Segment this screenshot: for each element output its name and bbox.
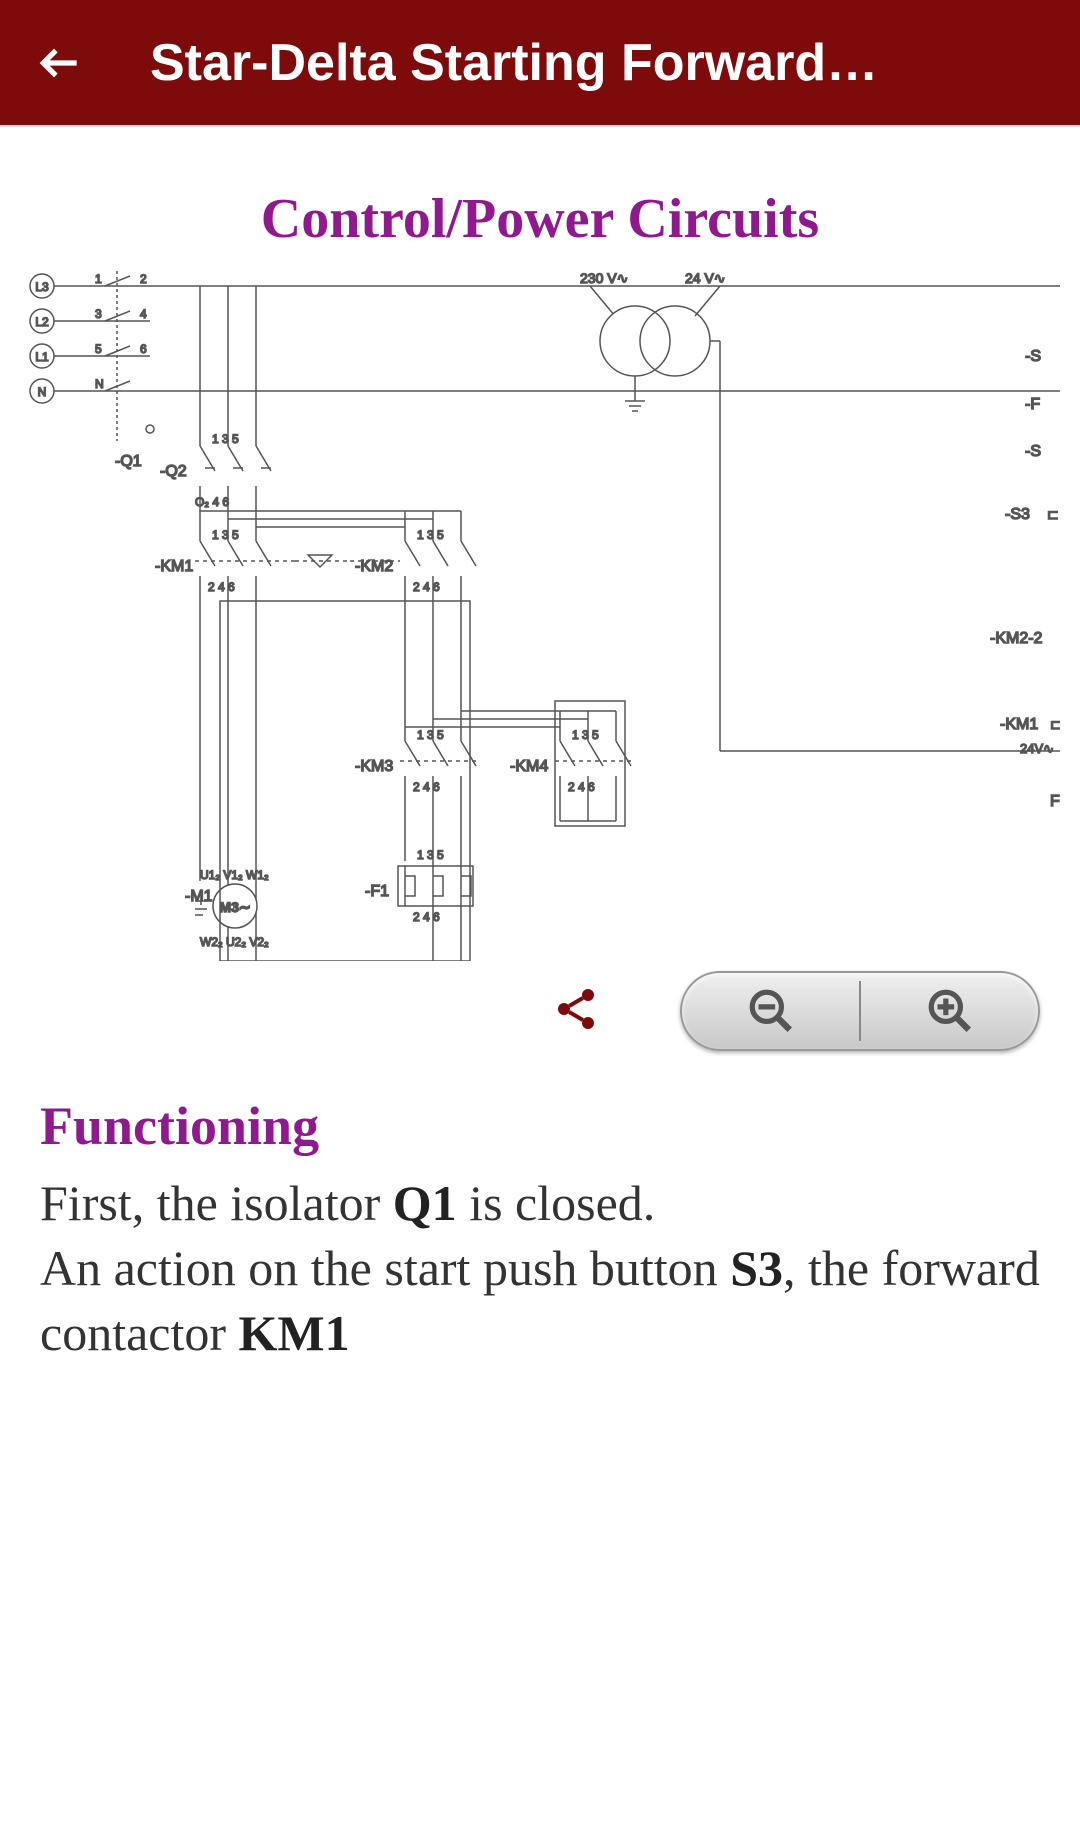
svg-text:-S: -S [1025, 348, 1041, 365]
svg-text:4: 4 [140, 307, 147, 321]
page-title: Star-Delta Starting Forward… [150, 33, 1050, 93]
svg-text:2 4 6: 2 4 6 [568, 780, 595, 794]
svg-text:-KM3: -KM3 [355, 758, 393, 775]
control-labels: -S -F -S -S3 ⊏ -KM2-2 -KM1 ⊏ 24V∿ F [990, 348, 1060, 810]
svg-text:2 4 6: 2 4 6 [413, 780, 440, 794]
svg-text:230 V∿: 230 V∿ [580, 270, 628, 286]
zoom-in-button[interactable] [861, 973, 1038, 1049]
circuit-diagram[interactable]: L3 L2 L1 N 1 2 3 4 5 6 N -Q1 [20, 261, 1060, 961]
functioning-section: Functioning First, the isolator Q1 is cl… [20, 1051, 1060, 1366]
svg-text:-Q1: -Q1 [115, 453, 142, 470]
svg-text:U1₂ V1₂ W1₂: U1₂ V1₂ W1₂ [200, 868, 269, 882]
q2-breaker: 1 3 5 -Q2 O₂ 4 6 [160, 432, 271, 541]
svg-text:⊏: ⊏ [1047, 506, 1059, 522]
svg-text:-S3: -S3 [1005, 506, 1030, 523]
svg-text:-F: -F [1025, 396, 1040, 413]
svg-text:1 3 5: 1 3 5 [417, 848, 444, 862]
svg-text:⊏: ⊏ [1050, 716, 1060, 732]
svg-text:1 3 5: 1 3 5 [417, 728, 444, 742]
svg-text:6: 6 [140, 342, 147, 356]
functioning-paragraph: First, the isolator Q1 is closed. An act… [40, 1171, 1040, 1366]
svg-text:-F1: -F1 [365, 883, 389, 900]
svg-text:F: F [1050, 793, 1060, 810]
svg-text:2 4 6: 2 4 6 [413, 580, 440, 594]
svg-text:1: 1 [95, 272, 102, 286]
svg-text:1 3 5: 1 3 5 [417, 528, 444, 542]
svg-text:24 V∿: 24 V∿ [685, 270, 726, 286]
svg-text:L2: L2 [35, 315, 49, 329]
svg-text:L3: L3 [35, 280, 49, 294]
svg-text:2: 2 [140, 272, 147, 286]
km3-contactor: 1 3 5 -KM3 2 4 6 [355, 728, 480, 961]
svg-text:-KM2-2: -KM2-2 [990, 630, 1043, 647]
svg-text:2 4 6: 2 4 6 [208, 580, 235, 594]
back-arrow-icon[interactable] [30, 33, 90, 93]
svg-text:-S: -S [1025, 443, 1041, 460]
supply-terminals: L3 L2 L1 N [30, 274, 54, 403]
svg-text:L1: L1 [35, 350, 49, 364]
functioning-heading: Functioning [40, 1091, 1040, 1161]
svg-text:1 3 5: 1 3 5 [212, 432, 239, 446]
q1-switch: 1 2 3 4 5 6 N -Q1 [95, 271, 154, 470]
motor: U1₂ V1₂ W1₂ -M1 M3∼ W2₂ U2₂ V2₂ [185, 868, 269, 949]
svg-text:2 4 6: 2 4 6 [413, 910, 440, 924]
svg-text:N: N [95, 377, 104, 391]
content-area: Control/Power Circuits L3 L2 L1 N 1 2 3 4 … [0, 127, 1080, 1366]
svg-text:-Q2: -Q2 [160, 463, 187, 480]
section-title: Control/Power Circuits [20, 187, 1060, 251]
svg-text:-KM1: -KM1 [155, 558, 193, 575]
svg-text:1 3 5: 1 3 5 [212, 528, 239, 542]
f1-overload: 1 3 5 -F1 2 4 6 [365, 848, 473, 924]
zoom-control [680, 971, 1040, 1051]
svg-text:-KM4: -KM4 [510, 758, 548, 775]
svg-text:5: 5 [95, 342, 102, 356]
svg-text:-KM1: -KM1 [1000, 716, 1038, 733]
interlock-symbol [295, 555, 350, 567]
diagram-controls [20, 971, 1060, 1051]
share-icon[interactable] [552, 985, 600, 1038]
km2-contactor: 1 3 5 -KM2 2 4 6 [350, 511, 476, 741]
svg-text:M3∼: M3∼ [219, 899, 250, 915]
svg-text:W2₂ U2₂ V2₂: W2₂ U2₂ V2₂ [200, 935, 269, 949]
svg-text:-M1: -M1 [185, 888, 213, 905]
app-header: Star-Delta Starting Forward… [0, 0, 1080, 125]
svg-text:3: 3 [95, 307, 102, 321]
svg-text:N: N [38, 385, 47, 399]
transformer: 230 V∿ 24 V∿ [580, 270, 1060, 751]
zoom-out-button[interactable] [682, 973, 859, 1049]
svg-text:1 3 5: 1 3 5 [572, 728, 599, 742]
svg-text:24V∿: 24V∿ [1020, 741, 1054, 756]
